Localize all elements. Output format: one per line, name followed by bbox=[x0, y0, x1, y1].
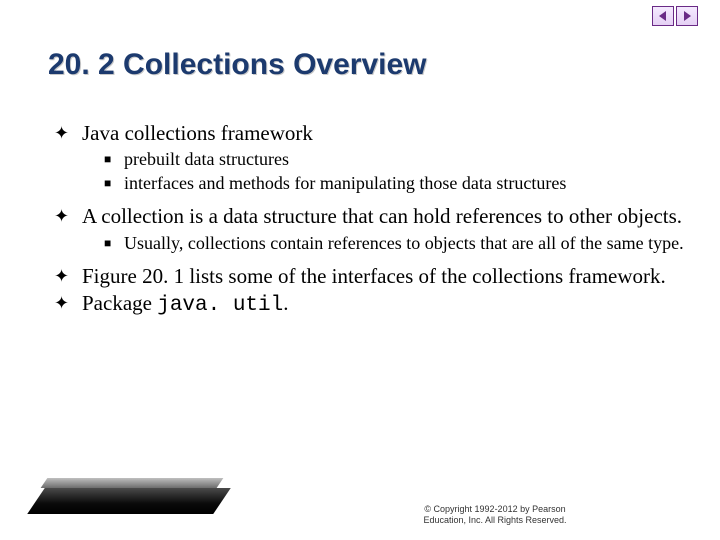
nav-next-button[interactable] bbox=[676, 6, 698, 26]
slide-content: ✦ Java collections framework ■ prebuilt … bbox=[54, 120, 684, 320]
bullet-text: prebuilt data structures bbox=[124, 148, 684, 171]
list-item: ✦ Java collections framework bbox=[54, 120, 684, 146]
sub-list: ■ Usually, collections contain reference… bbox=[104, 232, 684, 255]
list-item: ■ interfaces and methods for manipulatin… bbox=[104, 172, 684, 195]
list-item: ✦ Figure 20. 1 lists some of the interfa… bbox=[54, 263, 684, 289]
nav-prev-button[interactable] bbox=[652, 6, 674, 26]
bullet-icon: ✦ bbox=[54, 290, 82, 319]
copyright-footer: © Copyright 1992-2012 by Pearson Educati… bbox=[380, 504, 610, 527]
arrow-left-icon bbox=[657, 10, 669, 22]
list-item: ✦ A collection is a data structure that … bbox=[54, 203, 684, 229]
bullet-icon: ✦ bbox=[54, 203, 82, 229]
nav-arrows bbox=[652, 6, 698, 26]
arrow-right-icon bbox=[681, 10, 693, 22]
slide-title: 20. 2 Collections Overview bbox=[48, 48, 427, 82]
text-span: Package bbox=[82, 291, 157, 315]
copyright-line: Education, Inc. All Rights Reserved. bbox=[380, 515, 610, 526]
bullet-text: interfaces and methods for manipulating … bbox=[124, 172, 684, 195]
bullet-icon: ✦ bbox=[54, 120, 82, 146]
list-item: ✦ Package java. util. bbox=[54, 290, 684, 319]
bullet-text: A collection is a data structure that ca… bbox=[82, 203, 684, 229]
bullet-icon: ✦ bbox=[54, 263, 82, 289]
list-item: ■ prebuilt data structures bbox=[104, 148, 684, 171]
square-bullet-icon: ■ bbox=[104, 148, 124, 171]
text-span: . bbox=[283, 291, 288, 315]
code-span: java. util bbox=[157, 294, 283, 317]
bullet-text: Figure 20. 1 lists some of the interface… bbox=[82, 263, 684, 289]
list-item: ■ Usually, collections contain reference… bbox=[104, 232, 684, 255]
decorative-accent bbox=[0, 478, 230, 518]
sub-list: ■ prebuilt data structures ■ interfaces … bbox=[104, 148, 684, 195]
copyright-line: © Copyright 1992-2012 by Pearson bbox=[380, 504, 610, 515]
square-bullet-icon: ■ bbox=[104, 172, 124, 195]
bullet-text: Package java. util. bbox=[82, 290, 684, 319]
square-bullet-icon: ■ bbox=[104, 232, 124, 255]
bullet-text: Usually, collections contain references … bbox=[124, 232, 684, 255]
bullet-text: Java collections framework bbox=[82, 120, 684, 146]
